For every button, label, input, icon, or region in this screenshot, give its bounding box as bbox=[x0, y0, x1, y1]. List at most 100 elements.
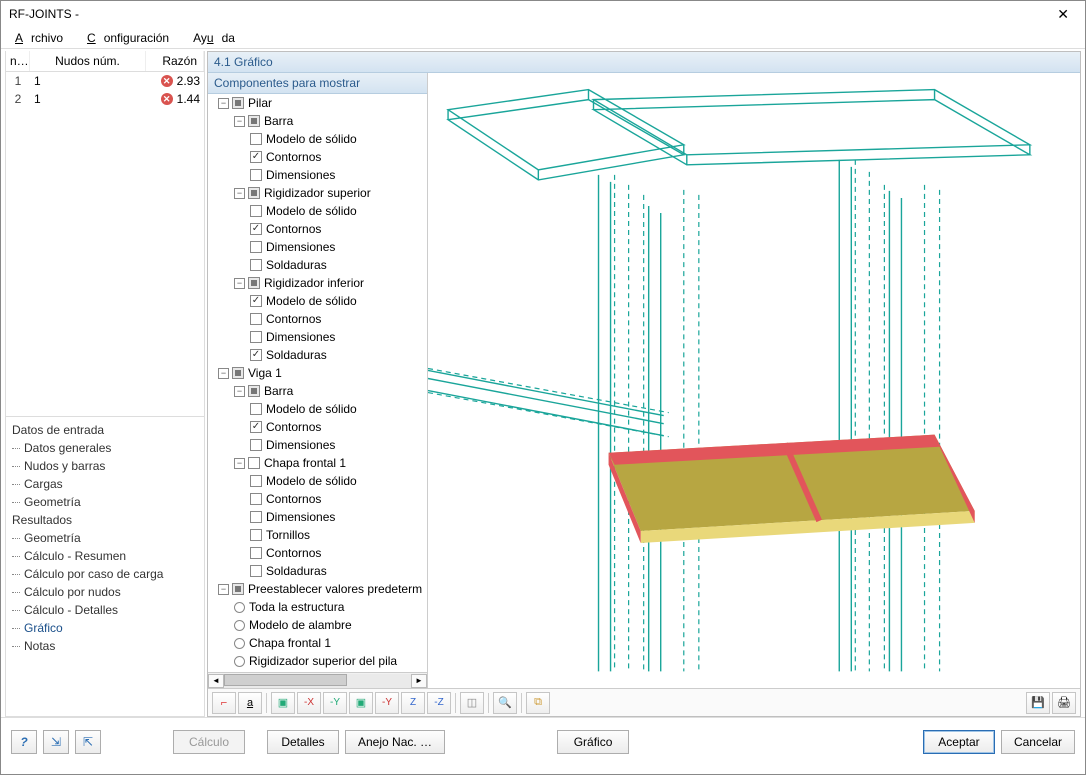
checkbox[interactable] bbox=[250, 295, 262, 307]
view-iso-button[interactable]: ▣ bbox=[271, 692, 295, 714]
checkbox[interactable] bbox=[250, 151, 262, 163]
checkbox[interactable] bbox=[232, 97, 244, 109]
view-x-button[interactable]: -X bbox=[297, 692, 321, 714]
col-nodes[interactable]: Nudos núm. bbox=[30, 51, 146, 71]
pick-button[interactable]: ⧉ bbox=[526, 692, 550, 714]
collapse-icon[interactable]: − bbox=[234, 386, 245, 397]
help-button[interactable]: ? bbox=[11, 730, 37, 754]
table-row[interactable]: 1 1 ✕2.93 bbox=[6, 72, 204, 90]
checkbox[interactable] bbox=[250, 223, 262, 235]
zoom-button[interactable]: 🔍 bbox=[493, 692, 517, 714]
tree-title: Componentes para mostrar bbox=[208, 73, 427, 94]
checkbox[interactable] bbox=[250, 439, 262, 451]
details-button[interactable]: Detalles bbox=[267, 730, 339, 754]
checkbox[interactable] bbox=[250, 205, 262, 217]
collapse-icon[interactable]: − bbox=[234, 458, 245, 469]
viewport-toolbar: ⌐ a ▣ -X -Y ▣ -Y Z -Z ◫ 🔍 ⧉ 💾 🖨 bbox=[208, 688, 1080, 716]
left-column: n… Nudos núm. Razón 1 1 ✕2.93 2 1 ✕1.44 … bbox=[5, 51, 205, 717]
collapse-icon[interactable]: − bbox=[234, 116, 245, 127]
checkbox[interactable] bbox=[250, 493, 262, 505]
viewport-3d[interactable] bbox=[428, 73, 1080, 688]
ok-button[interactable]: Aceptar bbox=[923, 730, 995, 754]
nav-item[interactable]: Nudos y barras bbox=[12, 457, 198, 475]
close-icon[interactable]: ✕ bbox=[1049, 6, 1077, 23]
checkbox[interactable] bbox=[250, 241, 262, 253]
col-n[interactable]: n… bbox=[6, 51, 30, 71]
checkbox[interactable] bbox=[250, 475, 262, 487]
radio[interactable] bbox=[234, 620, 245, 631]
menu-file[interactable]: Archivo bbox=[7, 29, 79, 47]
nav-item[interactable]: Datos generales bbox=[12, 439, 198, 457]
scroll-right-icon[interactable]: ► bbox=[411, 674, 427, 688]
scroll-thumb[interactable] bbox=[224, 674, 347, 686]
component-tree-panel: Componentes para mostrar −Pilar −Barra M… bbox=[208, 73, 428, 688]
box-button[interactable]: ◫ bbox=[460, 692, 484, 714]
checkbox[interactable] bbox=[250, 565, 262, 577]
menu-help[interactable]: Ayuda bbox=[185, 29, 251, 47]
nav-item[interactable]: Cargas bbox=[12, 475, 198, 493]
nav-item[interactable]: Cálculo - Resumen bbox=[12, 547, 198, 565]
annex-button[interactable]: Anejo Nac. … bbox=[345, 730, 445, 754]
nav-item[interactable]: Geometría bbox=[12, 529, 198, 547]
checkbox[interactable] bbox=[250, 259, 262, 271]
cancel-button[interactable]: Cancelar bbox=[1001, 730, 1075, 754]
print-button[interactable]: 🖨 bbox=[1052, 692, 1076, 714]
checkbox[interactable] bbox=[250, 169, 262, 181]
nav-item[interactable]: Geometría bbox=[12, 493, 198, 511]
view-z2-button[interactable]: -Z bbox=[427, 692, 451, 714]
title-bar: RF-JOINTS - ✕ bbox=[1, 1, 1085, 27]
nav-item-selected[interactable]: Gráfico bbox=[12, 619, 198, 637]
checkbox[interactable] bbox=[248, 187, 260, 199]
checkbox[interactable] bbox=[250, 133, 262, 145]
component-tree[interactable]: −Pilar −Barra Modelo de sólido Contornos… bbox=[208, 94, 427, 672]
nav-item[interactable]: Cálculo por nudos bbox=[12, 583, 198, 601]
scrollbar-horizontal[interactable]: ◄ ► bbox=[208, 672, 427, 688]
collapse-icon[interactable]: − bbox=[218, 98, 229, 109]
checkbox[interactable] bbox=[250, 421, 262, 433]
scroll-left-icon[interactable]: ◄ bbox=[208, 674, 224, 688]
view-y-button[interactable]: -Y bbox=[323, 692, 347, 714]
text-button[interactable]: a bbox=[238, 692, 262, 714]
checkbox[interactable] bbox=[250, 529, 262, 541]
checkbox[interactable] bbox=[248, 385, 260, 397]
checkbox[interactable] bbox=[250, 403, 262, 415]
table-row[interactable]: 2 1 ✕1.44 bbox=[6, 90, 204, 108]
nav-item[interactable]: Cálculo - Detalles bbox=[12, 601, 198, 619]
import-button[interactable]: ⇱ bbox=[75, 730, 101, 754]
radio[interactable] bbox=[234, 656, 245, 667]
grid-header: n… Nudos núm. Razón bbox=[6, 51, 204, 72]
checkbox[interactable] bbox=[248, 457, 260, 469]
right-column: 4.1 Gráfico Componentes para mostrar −Pi… bbox=[207, 51, 1081, 717]
nav-item[interactable]: Notas bbox=[12, 637, 198, 655]
export-button[interactable]: ⇲ bbox=[43, 730, 69, 754]
collapse-icon[interactable]: − bbox=[234, 188, 245, 199]
view-xy-button[interactable]: ▣ bbox=[349, 692, 373, 714]
graphic-button[interactable]: Gráfico bbox=[557, 730, 629, 754]
window-title: RF-JOINTS - bbox=[9, 7, 79, 21]
checkbox[interactable] bbox=[232, 583, 244, 595]
checkbox[interactable] bbox=[250, 313, 262, 325]
bottom-bar: ? ⇲ ⇱ Cálculo Detalles Anejo Nac. … Gráf… bbox=[1, 717, 1085, 765]
radio[interactable] bbox=[234, 602, 245, 613]
calc-button[interactable]: Cálculo bbox=[173, 730, 245, 754]
view-z-button[interactable]: Z bbox=[401, 692, 425, 714]
collapse-icon[interactable]: − bbox=[218, 584, 229, 595]
checkbox[interactable] bbox=[250, 331, 262, 343]
checkbox[interactable] bbox=[232, 367, 244, 379]
checkbox[interactable] bbox=[250, 511, 262, 523]
collapse-icon[interactable]: − bbox=[218, 368, 229, 379]
checkbox[interactable] bbox=[248, 277, 260, 289]
menu-bar: Archivo Configuración Ayuda bbox=[1, 27, 1085, 49]
col-ratio[interactable]: Razón bbox=[146, 51, 204, 71]
checkbox[interactable] bbox=[248, 115, 260, 127]
radio[interactable] bbox=[234, 638, 245, 649]
view-yz-button[interactable]: -Y bbox=[375, 692, 399, 714]
save-button[interactable]: 💾 bbox=[1026, 692, 1050, 714]
menu-config[interactable]: Configuración bbox=[79, 29, 185, 47]
nav-item[interactable]: Cálculo por caso de carga bbox=[12, 565, 198, 583]
panel-title: 4.1 Gráfico bbox=[208, 52, 1080, 73]
axes-button[interactable]: ⌐ bbox=[212, 692, 236, 714]
checkbox[interactable] bbox=[250, 547, 262, 559]
checkbox[interactable] bbox=[250, 349, 262, 361]
collapse-icon[interactable]: − bbox=[234, 278, 245, 289]
